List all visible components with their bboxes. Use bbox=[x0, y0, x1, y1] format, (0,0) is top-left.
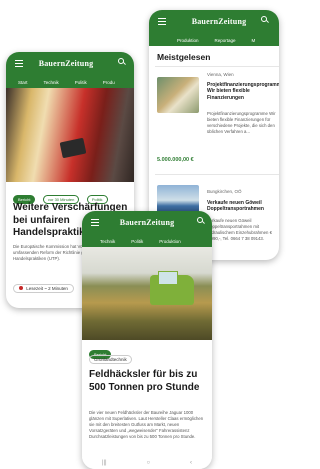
listing-price: 5.000.000,00 € bbox=[157, 157, 194, 163]
tab-bar: Technik Politik Produktion bbox=[82, 239, 212, 244]
reading-time-label: Lesezeit ~ 2 Minuten bbox=[26, 286, 68, 291]
article-section[interactable]: Grünlandtechnik bbox=[89, 355, 132, 364]
listing-card[interactable]: Vienna, Wien Projektfinanzierungsprogram… bbox=[155, 66, 279, 169]
article-photo bbox=[6, 88, 134, 182]
search-icon[interactable] bbox=[197, 217, 203, 223]
tab-bar: Start Technik Politik Produ bbox=[6, 80, 134, 85]
tab-bar: Produktion Reportage M bbox=[149, 38, 279, 43]
home-button[interactable]: ○ bbox=[147, 460, 151, 466]
listing-location: Vienna, Wien bbox=[207, 72, 234, 77]
app-bar: BauernZeitung Technik Politik Produktion bbox=[82, 211, 212, 247]
tab-reportage[interactable]: Reportage bbox=[215, 38, 236, 43]
listing-image bbox=[157, 77, 199, 113]
app-bar: BauernZeitung Produktion Reportage M bbox=[149, 10, 279, 46]
tab-start[interactable]: Start bbox=[18, 80, 28, 85]
tab-politik[interactable]: Politik bbox=[75, 80, 87, 85]
system-nav-bar: ||| ○ ‹ bbox=[82, 457, 212, 469]
app-bar: BauernZeitung Start Technik Politik Prod… bbox=[6, 52, 134, 88]
tab-politik[interactable]: Politik bbox=[131, 239, 143, 244]
brand-logo: BauernZeitung bbox=[119, 218, 175, 227]
clock-icon bbox=[19, 286, 23, 290]
tab-more[interactable]: M bbox=[252, 38, 256, 43]
article-headline[interactable]: Feldhäcksler für bis zu 500 Tonnen pro S… bbox=[89, 369, 207, 394]
tab-technik[interactable]: Technik bbox=[44, 80, 59, 85]
listing-title: Verkaufe neuen Göweil Doppeltransportrah… bbox=[207, 200, 264, 213]
search-icon[interactable] bbox=[261, 16, 267, 22]
tab-produktion[interactable]: Produktion bbox=[177, 38, 199, 43]
listing-location: Bungkirchen, OÖ bbox=[207, 189, 242, 194]
brand-logo: BauernZeitung bbox=[38, 59, 94, 68]
tab-technik[interactable]: Technik bbox=[100, 239, 115, 244]
phone-article-technik: BauernZeitung Technik Politik Produktion… bbox=[82, 211, 212, 469]
section-title: Meistgelesen bbox=[157, 52, 211, 62]
harvester-cab bbox=[158, 271, 178, 285]
tablet-shape bbox=[59, 137, 87, 159]
listing-title: Projektfinanzierungsprogramme Wir bieten… bbox=[207, 82, 279, 101]
tab-produktion[interactable]: Produ bbox=[103, 80, 115, 85]
listing-description: Projektfinanzierungsprogramme Wir bieten… bbox=[207, 111, 276, 135]
search-icon[interactable] bbox=[118, 58, 124, 64]
reading-time-badge: Lesezeit ~ 2 Minuten bbox=[13, 284, 74, 293]
article-photo bbox=[82, 247, 212, 340]
listing-description: Verkaufe neuen Göweil Doppeltransportrah… bbox=[207, 218, 272, 242]
recent-apps-button[interactable]: ||| bbox=[102, 460, 107, 466]
tab-produktion[interactable]: Produktion bbox=[159, 239, 181, 244]
article-teaser: Die vier neuen Feldhäcksler der Baureihe… bbox=[89, 410, 204, 440]
back-button[interactable]: ‹ bbox=[190, 460, 192, 466]
